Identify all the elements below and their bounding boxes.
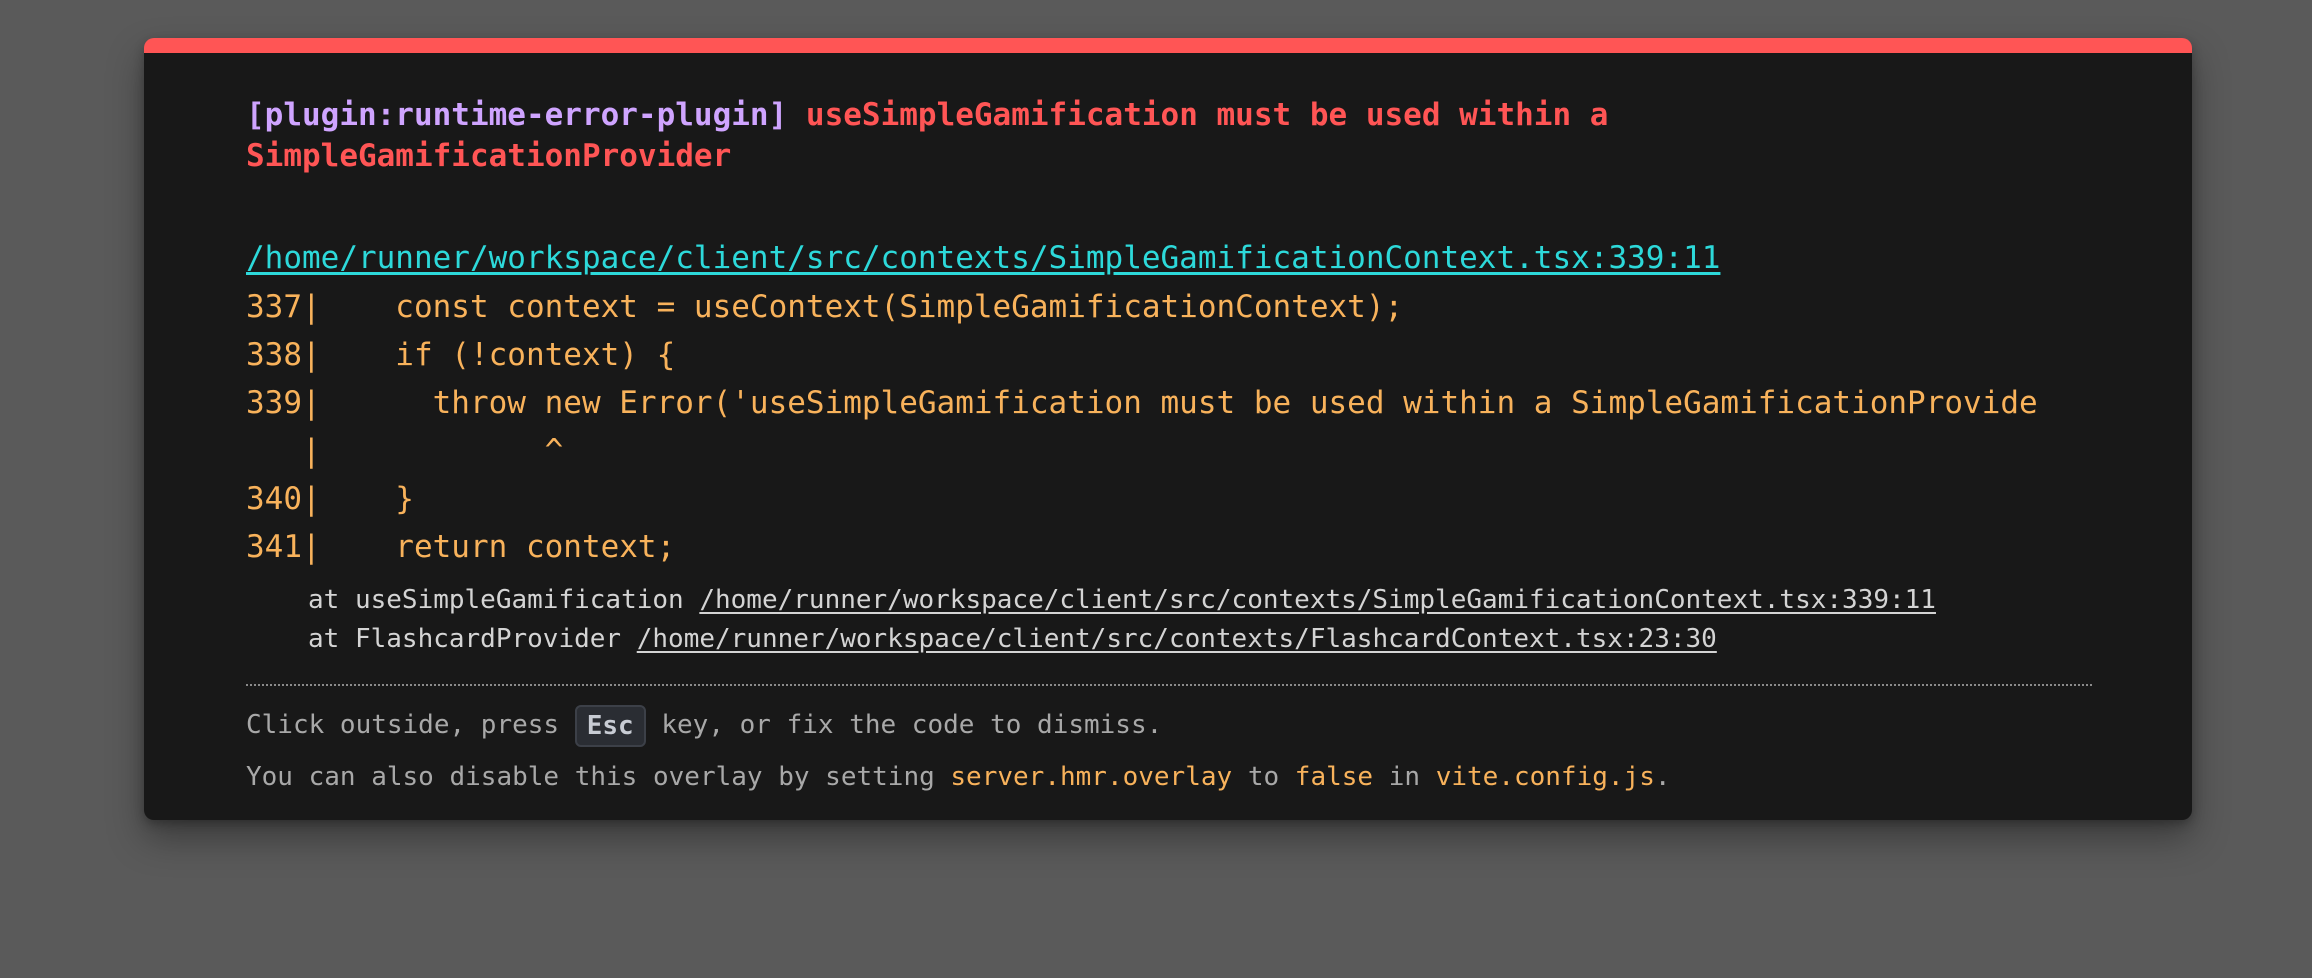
stack-frame-link[interactable]: /home/runner/workspace/client/src/contex… [699, 585, 1936, 615]
dismiss-tip-text: Click outside, press [246, 710, 575, 740]
config-file: vite.config.js [1435, 762, 1655, 792]
code-line-pointer: | ^ [246, 433, 564, 469]
divider [246, 684, 2092, 686]
tip-text: to [1232, 762, 1295, 792]
stack-frame: at FlashcardProvider /home/runner/worksp… [308, 620, 1936, 659]
config-value: false [1294, 762, 1374, 792]
code-line: 341| return context; [246, 529, 676, 565]
code-line: 338| if (!context) { [246, 337, 676, 373]
esc-key: Esc [574, 704, 646, 747]
tip-text: in [1373, 762, 1436, 792]
error-message: [plugin:runtime-error-plugin] useSimpleG… [246, 95, 2092, 177]
code-line: 340| } [246, 481, 414, 517]
stack-frame-function: at useSimpleGamification [308, 585, 700, 615]
stack-trace: at useSimpleGamification /home/runner/wo… [308, 581, 1936, 659]
dismiss-tip: Click outside, press Esc key, or fix the… [246, 702, 2092, 748]
stack-frame-link[interactable]: /home/runner/workspace/client/src/contex… [637, 624, 1717, 654]
config-key: server.hmr.overlay [950, 762, 1233, 792]
tip-text: You can also disable this overlay by set… [246, 762, 951, 792]
stack-frame-function: at FlashcardProvider [308, 624, 637, 654]
code-line: 337| const context = useContext(SimpleGa… [246, 289, 1404, 325]
code-line-error: 339| throw new Error('useSimpleGamificat… [246, 385, 2038, 421]
tip-text: . [1654, 762, 1671, 792]
plugin-tag: [plugin:runtime-error-plugin] [246, 97, 788, 133]
dismiss-tip-text: key, or fix the code to dismiss. [645, 710, 1163, 740]
code-frame: 337| const context = useContext(SimpleGa… [246, 283, 2092, 571]
stack-frame: at useSimpleGamification /home/runner/wo… [308, 581, 1936, 620]
error-overlay-window: [plugin:runtime-error-plugin] useSimpleG… [144, 38, 2192, 820]
error-file-link[interactable]: /home/runner/workspace/client/src/contex… [246, 238, 1720, 278]
disable-overlay-tip: You can also disable this overlay by set… [246, 755, 2092, 799]
